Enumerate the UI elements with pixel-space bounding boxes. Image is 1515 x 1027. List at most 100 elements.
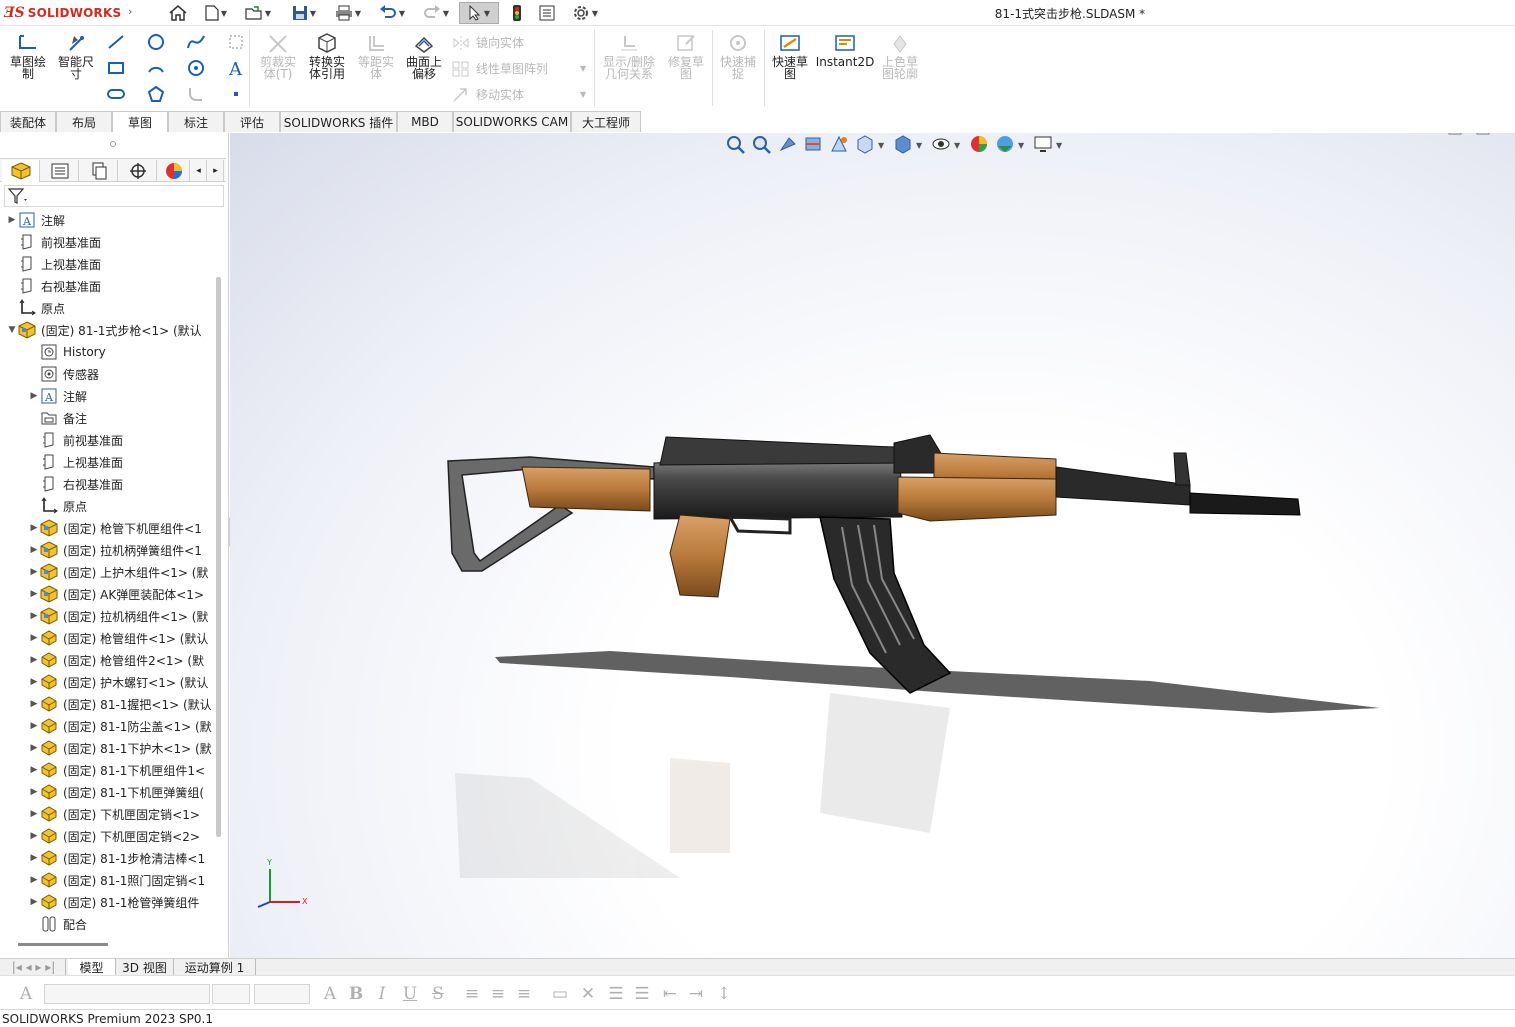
tree-node[interactable]: ▶ (固定) 下机匣固定销<2> bbox=[28, 825, 200, 847]
tab-engineer[interactable]: 大工程师 bbox=[571, 111, 641, 132]
shaded-sketch-contours-button[interactable]: 上色草 图轮廓 bbox=[878, 32, 922, 80]
slot-icon[interactable] bbox=[106, 84, 128, 104]
tree-node[interactable]: ▶ (固定) 拉机柄弹簧组件<1 bbox=[28, 539, 202, 561]
print-button[interactable]: ▼ bbox=[329, 2, 367, 24]
expand-arrow-icon[interactable]: ▶ bbox=[28, 391, 40, 401]
offset-on-surface-button[interactable]: 曲面上 偏移 bbox=[402, 32, 446, 80]
tab-solidworks-cam[interactable]: SOLIDWORKS CAM bbox=[453, 111, 571, 132]
rebuild-button[interactable] bbox=[505, 2, 529, 24]
expand-arrow-icon[interactable]: ▶ bbox=[28, 655, 40, 665]
tab-feature-manager[interactable] bbox=[2, 160, 40, 182]
redo-button[interactable]: ▼ bbox=[417, 2, 455, 24]
new-file-button[interactable]: ▼ bbox=[196, 2, 236, 24]
file-properties-button[interactable] bbox=[535, 2, 559, 24]
tab-3d-views[interactable]: 3D 视图 bbox=[116, 959, 174, 975]
linear-pattern-button[interactable]: 线性草图阵列 ▼ bbox=[452, 60, 592, 77]
expand-arrow-icon[interactable]: ▶ bbox=[28, 721, 40, 731]
circle-icon[interactable] bbox=[146, 32, 168, 52]
tabs-scroll-right-icon[interactable]: ▸ bbox=[208, 160, 224, 182]
polygon-icon[interactable] bbox=[146, 84, 168, 104]
expand-arrow-icon[interactable]: ▶ bbox=[28, 743, 40, 753]
expand-arrow-icon[interactable]: ▶ bbox=[28, 699, 40, 709]
expand-arrow-icon[interactable]: ▶ bbox=[28, 853, 40, 863]
font-size-select[interactable] bbox=[212, 984, 250, 1004]
tree-node[interactable]: ▶ (固定) 81-1下机匣组件1< bbox=[28, 759, 205, 781]
rifle-3d-model[interactable] bbox=[230, 133, 1515, 958]
linear-pattern-dropdown-icon[interactable]: ▼ bbox=[580, 64, 586, 73]
tree-filter[interactable] bbox=[4, 185, 224, 207]
tree-vertical-scrollbar[interactable] bbox=[216, 277, 221, 837]
font-height-input[interactable] bbox=[254, 984, 310, 1004]
tab-evaluate[interactable]: 评估 bbox=[224, 111, 280, 132]
tab-sketch[interactable]: 草图 bbox=[112, 111, 168, 132]
undo-button[interactable]: ▼ bbox=[373, 2, 411, 24]
tab-scroll-arrows[interactable]: |◂ ◂ ▸ ▸| bbox=[2, 959, 66, 975]
tab-layout[interactable]: 布局 bbox=[56, 111, 112, 132]
tree-node[interactable]: History bbox=[28, 341, 106, 363]
expand-arrow-icon[interactable]: ▶ bbox=[28, 567, 40, 577]
tree-node[interactable]: ▶ (固定) 护木螺钉<1> (默认 bbox=[28, 671, 208, 693]
tree-node[interactable]: 前视基准面 bbox=[28, 429, 123, 451]
tree-node[interactable]: 传感器 bbox=[28, 363, 99, 385]
options-button[interactable]: ▼ bbox=[565, 2, 605, 24]
tree-node[interactable]: ▶ (固定) 枪管下机匣组件<1 bbox=[28, 517, 202, 539]
tree-node[interactable]: ▶ (固定) 81-1下机匣弹簧组( bbox=[28, 781, 204, 803]
move-entities-dropdown-icon[interactable]: ▼ bbox=[580, 90, 586, 99]
tab-configuration-manager[interactable] bbox=[80, 160, 118, 182]
expand-arrow-icon[interactable]: ▶ bbox=[28, 523, 40, 533]
align-left-icon[interactable]: ≡ bbox=[462, 984, 482, 1004]
bullets-icon[interactable]: ☰ bbox=[606, 984, 626, 1004]
tab-model[interactable]: 模型 bbox=[68, 959, 116, 975]
expand-arrow-icon[interactable]: ▶ bbox=[28, 809, 40, 819]
frame-icon[interactable]: ▭ bbox=[550, 984, 570, 1004]
bold-icon[interactable]: B bbox=[346, 984, 366, 1004]
tree-node[interactable]: ▶ (固定) 枪管组件2<1> (默 bbox=[28, 649, 204, 671]
numbering-icon[interactable]: ☰ bbox=[632, 984, 652, 1004]
font-icon[interactable]: A bbox=[320, 984, 340, 1004]
tree-node[interactable]: 前视基准面 bbox=[6, 231, 101, 253]
sketch-button[interactable]: 草图绘 制 bbox=[6, 32, 50, 80]
tree-node[interactable]: ▶ (固定) AK弹匣装配体<1> bbox=[28, 583, 204, 605]
tree-node[interactable]: 原点 bbox=[6, 297, 65, 319]
tree-node[interactable]: 上视基准面 bbox=[28, 451, 123, 473]
home-button[interactable] bbox=[166, 2, 190, 24]
tree-node[interactable]: ▶ (固定) 上护木组件<1> (默 bbox=[28, 561, 208, 583]
tree-node[interactable]: ▶ (固定) 81-1握把<1> (默认 bbox=[28, 693, 212, 715]
logo-menu-arrow-icon[interactable]: › bbox=[128, 5, 132, 18]
tree-node[interactable]: 备注 bbox=[28, 407, 87, 429]
line-icon[interactable] bbox=[106, 32, 128, 52]
expand-arrow-icon[interactable]: ▶ bbox=[28, 633, 40, 643]
tree-node[interactable]: 右视基准面 bbox=[6, 275, 101, 297]
expand-arrow-icon[interactable]: ▶ bbox=[28, 611, 40, 621]
tab-display-manager[interactable] bbox=[158, 160, 190, 182]
repair-sketch-button[interactable]: 修复草 图 bbox=[664, 32, 708, 80]
point-icon[interactable] bbox=[226, 84, 248, 104]
text-style-icon[interactable]: A bbox=[16, 984, 36, 1004]
italic-icon[interactable]: I bbox=[372, 984, 392, 1004]
tree-node[interactable]: ▶ (固定) 81-1枪管弹簧组件 bbox=[28, 891, 199, 913]
expand-arrow-icon[interactable]: ▶ bbox=[28, 875, 40, 885]
display-delete-relations-button[interactable]: 显示/删除 几何关系 bbox=[598, 32, 660, 80]
tree-node[interactable]: 原点 bbox=[28, 495, 87, 517]
tree-horizontal-scrollbar[interactable] bbox=[18, 943, 108, 946]
tree-node[interactable]: ▶ (固定) 81-1下护木<1> (默 bbox=[28, 737, 212, 759]
expand-arrow-icon[interactable]: ▶ bbox=[28, 765, 40, 775]
convert-entities-button[interactable]: 转换实 体引用 bbox=[304, 32, 350, 80]
tab-motion-study[interactable]: 运动算例 1 bbox=[174, 959, 256, 975]
tab-dimxpert-manager[interactable] bbox=[119, 160, 157, 182]
solidworks-logo[interactable]: ƎS SOLIDWORKS bbox=[4, 4, 121, 22]
tree-node[interactable]: 上视基准面 bbox=[6, 253, 101, 275]
underline-icon[interactable]: U bbox=[400, 984, 420, 1004]
tab-mbd[interactable]: MBD bbox=[397, 111, 453, 132]
tabs-scroll-left-icon[interactable]: ◂ bbox=[191, 160, 207, 182]
move-entities-button[interactable]: 移动实体 ▼ bbox=[452, 86, 592, 103]
construction-geometry-icon[interactable] bbox=[226, 32, 248, 52]
tab-assembly[interactable]: 装配体 bbox=[0, 111, 56, 132]
fillet-icon[interactable] bbox=[186, 58, 208, 78]
text-icon[interactable]: A bbox=[226, 58, 248, 78]
offset-entities-button[interactable]: 等距实 体 bbox=[354, 32, 398, 80]
rectangle-icon[interactable] bbox=[106, 58, 128, 78]
save-button[interactable]: ▼ bbox=[285, 2, 323, 24]
expand-arrow-icon[interactable]: ▶ bbox=[28, 677, 40, 687]
tree-node[interactable]: ▶ (固定) 81-1防尘盖<1> (默 bbox=[28, 715, 212, 737]
